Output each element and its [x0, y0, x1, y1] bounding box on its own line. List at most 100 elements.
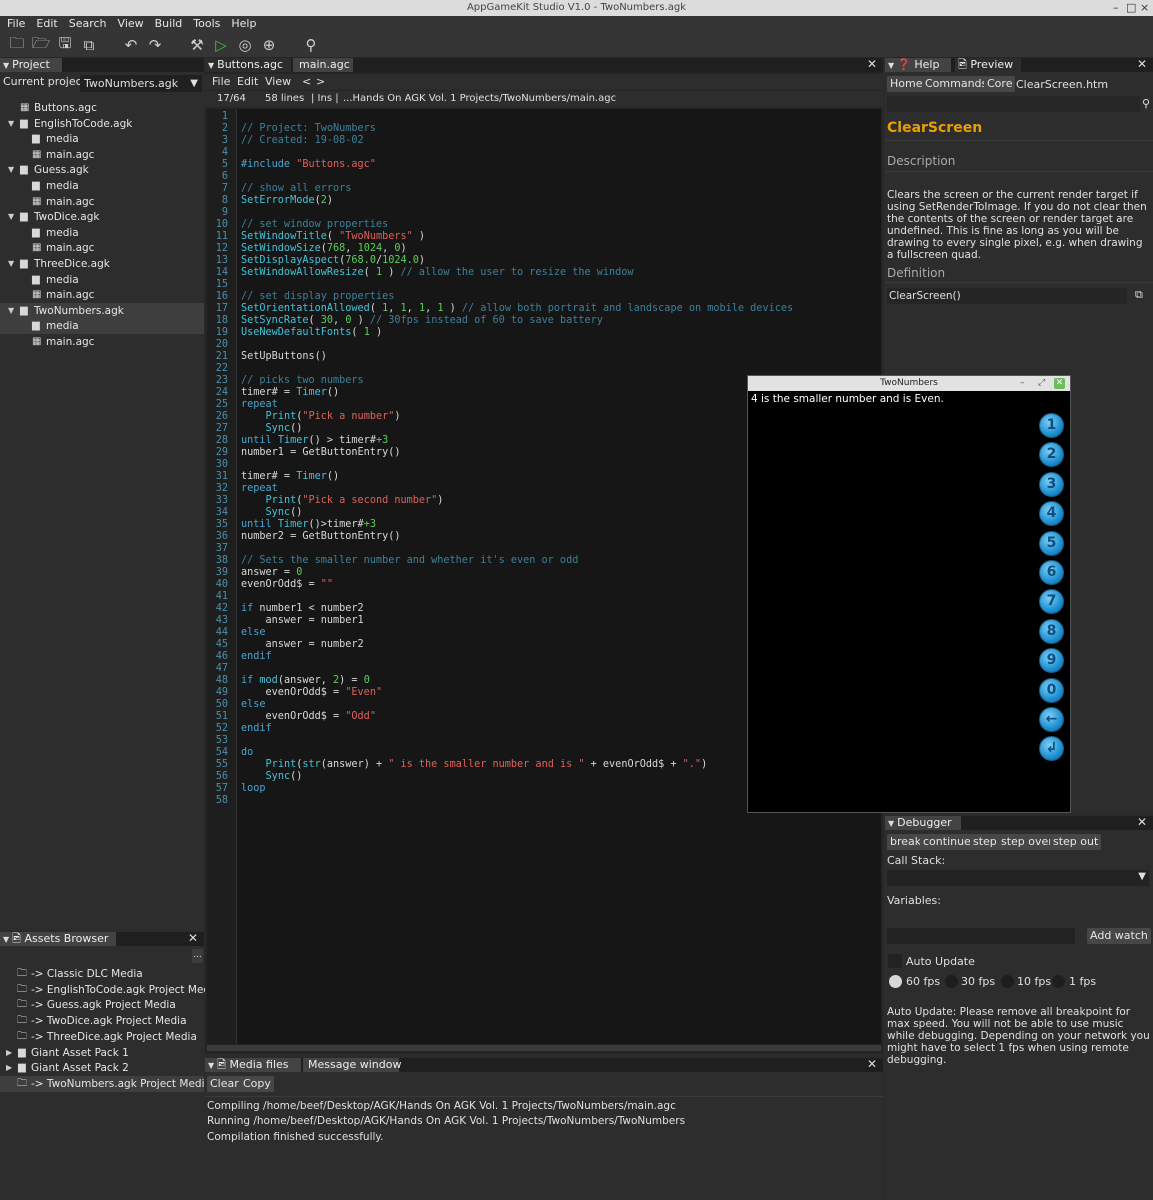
- menu-search[interactable]: Search: [62, 16, 111, 32]
- game-number-button[interactable]: 1: [1039, 413, 1064, 438]
- tree-item[interactable]: ▦ main.agc: [0, 194, 204, 210]
- menu-edit[interactable]: Edit: [29, 16, 61, 32]
- fps-10-radio[interactable]: [1001, 975, 1014, 988]
- tree-item[interactable]: ▦ main.agc: [0, 147, 204, 163]
- editor-menu-file[interactable]: File: [212, 74, 230, 90]
- copy-icon[interactable]: ⧉: [1135, 288, 1143, 302]
- help-core-button[interactable]: Core: [984, 76, 1016, 92]
- minimize-button[interactable]: –: [1113, 0, 1119, 16]
- tree-item[interactable]: ▆ media: [0, 318, 204, 335]
- asset-item[interactable]: 🗀 -> Guess.agk Project Media: [0, 997, 204, 1013]
- tab-debugger[interactable]: ▼ Debugger: [885, 816, 961, 830]
- asset-item[interactable]: ▶ ▆ Giant Asset Pack 1: [0, 1045, 204, 1061]
- undo-icon[interactable]: ↶: [121, 35, 141, 55]
- tab-main-agc[interactable]: main.agc: [293, 58, 353, 72]
- editor-menu-edit[interactable]: Edit: [237, 74, 258, 90]
- tree-item[interactable]: ▦ main.agc: [0, 240, 204, 256]
- search-icon[interactable]: ⚲: [301, 35, 321, 55]
- tab-assets-browser[interactable]: ▼ 🖻 Assets Browser: [0, 932, 116, 946]
- tree-item[interactable]: ▦ Buttons.agc: [0, 100, 204, 116]
- redo-icon[interactable]: ↷: [145, 35, 165, 55]
- call-stack-select[interactable]: ▼: [887, 870, 1149, 886]
- nav-back-button[interactable]: <: [302, 74, 311, 90]
- assets-more-button[interactable]: ...: [192, 949, 203, 963]
- tree-item[interactable]: ▦ main.agc: [0, 334, 204, 350]
- copy-button[interactable]: Copy: [240, 1076, 274, 1092]
- menu-file[interactable]: File: [0, 16, 29, 32]
- tree-item[interactable]: ▼ ▆ TwoDice.agk: [0, 209, 204, 225]
- chevron-down-icon[interactable]: ▼: [8, 209, 14, 225]
- tab-media-files[interactable]: ▼ 🖻 Media files: [205, 1058, 301, 1072]
- fps-30-radio[interactable]: [945, 975, 958, 988]
- search-icon[interactable]: ⚲: [1142, 97, 1150, 110]
- broadcast-icon[interactable]: ◎: [235, 35, 255, 55]
- menu-build[interactable]: Build: [148, 16, 187, 32]
- chevron-down-icon[interactable]: ▼: [8, 256, 14, 272]
- fps-1-radio[interactable]: [1052, 975, 1065, 988]
- tree-item[interactable]: ▼ ▆ ThreeDice.agk: [0, 256, 204, 272]
- step-out-button[interactable]: step out: [1050, 834, 1102, 850]
- game-maximize-button[interactable]: ⤢: [1038, 376, 1045, 391]
- break-button[interactable]: break: [887, 834, 925, 850]
- close-icon[interactable]: ✕: [1137, 57, 1147, 71]
- menu-help[interactable]: Help: [224, 16, 260, 32]
- add-watch-button[interactable]: Add watch: [1087, 928, 1151, 944]
- chevron-right-icon[interactable]: ▶: [6, 1060, 12, 1076]
- close-icon[interactable]: ✕: [188, 931, 198, 945]
- game-number-button[interactable]: 4: [1039, 501, 1064, 527]
- game-number-button[interactable]: 2: [1039, 442, 1064, 468]
- current-project-select[interactable]: TwoNumbers.agk ▼: [80, 75, 202, 92]
- close-icon[interactable]: ✕: [867, 57, 877, 71]
- tree-item[interactable]: ▼ ▆ EnglishToCode.agk: [0, 116, 204, 132]
- continue-button[interactable]: continue: [920, 834, 974, 850]
- run-icon[interactable]: ▷: [211, 35, 231, 55]
- close-window-button[interactable]: ×: [1140, 0, 1149, 16]
- tab-project[interactable]: ▼ Project: [0, 58, 62, 72]
- tree-item[interactable]: ▆ media: [0, 131, 204, 147]
- asset-item[interactable]: 🗀 -> TwoDice.agk Project Media: [0, 1013, 204, 1029]
- help-commands-button[interactable]: Commands: [922, 76, 991, 92]
- horizontal-scrollbar[interactable]: [207, 1045, 881, 1051]
- tree-item[interactable]: ▆ media: [0, 272, 204, 288]
- game-number-button[interactable]: 9: [1039, 648, 1064, 674]
- clear-button[interactable]: Clear: [207, 1076, 242, 1092]
- chevron-down-icon[interactable]: ▼: [8, 116, 14, 132]
- tree-item[interactable]: ▦ main.agc: [0, 287, 204, 303]
- save-icon[interactable]: 🖫: [55, 34, 75, 55]
- help-search-input[interactable]: [887, 96, 1140, 112]
- tab-help[interactable]: ▼ ❓ Help: [885, 58, 951, 72]
- new-project-icon[interactable]: 🗀: [7, 34, 27, 55]
- tree-item[interactable]: ▆ media: [0, 178, 204, 194]
- game-minimize-button[interactable]: –: [1020, 376, 1025, 391]
- tab-message-window[interactable]: Message window: [303, 1058, 401, 1072]
- help-home-button[interactable]: Home: [887, 76, 926, 92]
- asset-item[interactable]: 🗀 -> Classic DLC Media: [0, 966, 204, 982]
- asset-item[interactable]: 🗀 -> ThreeDice.agk Project Media: [0, 1029, 204, 1045]
- close-icon[interactable]: ✕: [1137, 815, 1147, 829]
- game-number-button[interactable]: ←: [1039, 707, 1064, 732]
- chevron-right-icon[interactable]: ▶: [6, 1045, 12, 1061]
- game-number-button[interactable]: 0: [1039, 677, 1064, 703]
- close-icon[interactable]: ✕: [867, 1057, 877, 1071]
- game-number-button[interactable]: 7: [1039, 589, 1064, 615]
- menu-tools[interactable]: Tools: [186, 16, 224, 32]
- nav-forward-button[interactable]: >: [316, 74, 325, 90]
- step-button[interactable]: step: [970, 834, 1000, 850]
- game-number-button[interactable]: 3: [1039, 471, 1064, 497]
- step-over-button[interactable]: step over: [998, 834, 1056, 850]
- build-icon[interactable]: ⚒: [187, 35, 207, 55]
- asset-item[interactable]: 🗀 -> EnglishToCode.agk Project Media: [0, 982, 219, 998]
- game-close-button[interactable]: ✕: [1054, 378, 1065, 389]
- game-number-button[interactable]: 5: [1039, 530, 1064, 556]
- watch-input[interactable]: [887, 928, 1075, 944]
- chevron-down-icon[interactable]: ▼: [8, 162, 14, 178]
- game-number-button[interactable]: ↲: [1039, 736, 1064, 762]
- chevron-down-icon[interactable]: ▼: [8, 303, 14, 319]
- tree-item[interactable]: ▼ ▆ Guess.agk: [0, 162, 204, 178]
- auto-update-checkbox[interactable]: [888, 954, 902, 968]
- save-all-icon[interactable]: ⧉: [79, 35, 99, 55]
- editor-menu-view[interactable]: View: [265, 74, 291, 90]
- asset-item[interactable]: ▶ ▆ Giant Asset Pack 2: [0, 1060, 204, 1076]
- definition-field[interactable]: ClearScreen(): [887, 288, 1127, 304]
- game-number-button[interactable]: 8: [1039, 618, 1064, 644]
